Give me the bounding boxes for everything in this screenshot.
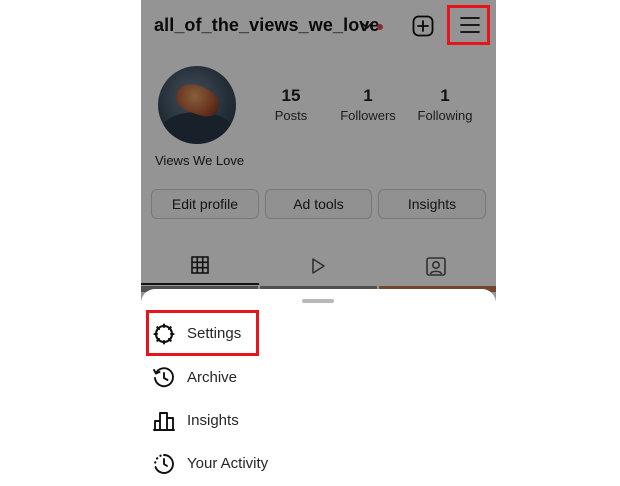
menu-bottom-sheet: Settings Archive Insights Your Activity bbox=[141, 289, 496, 486]
menu-item-archive[interactable]: Archive bbox=[151, 360, 481, 396]
menu-highlight-box bbox=[447, 5, 490, 45]
phone-screen: all_of_the_views_we_love 15 Posts 1 Foll… bbox=[141, 0, 496, 486]
menu-item-label: Insights bbox=[187, 412, 239, 429]
archive-icon bbox=[153, 367, 174, 388]
menu-item-label: Archive bbox=[187, 369, 238, 386]
menu-item-label: Your Activity bbox=[187, 455, 269, 472]
settings-highlight-box bbox=[146, 310, 259, 356]
insights-icon bbox=[153, 412, 175, 431]
menu-item-your-activity[interactable]: Your Activity bbox=[151, 446, 481, 482]
drag-handle[interactable] bbox=[302, 299, 334, 303]
menu-item-insights[interactable]: Insights bbox=[151, 403, 481, 439]
activity-icon bbox=[154, 454, 174, 474]
